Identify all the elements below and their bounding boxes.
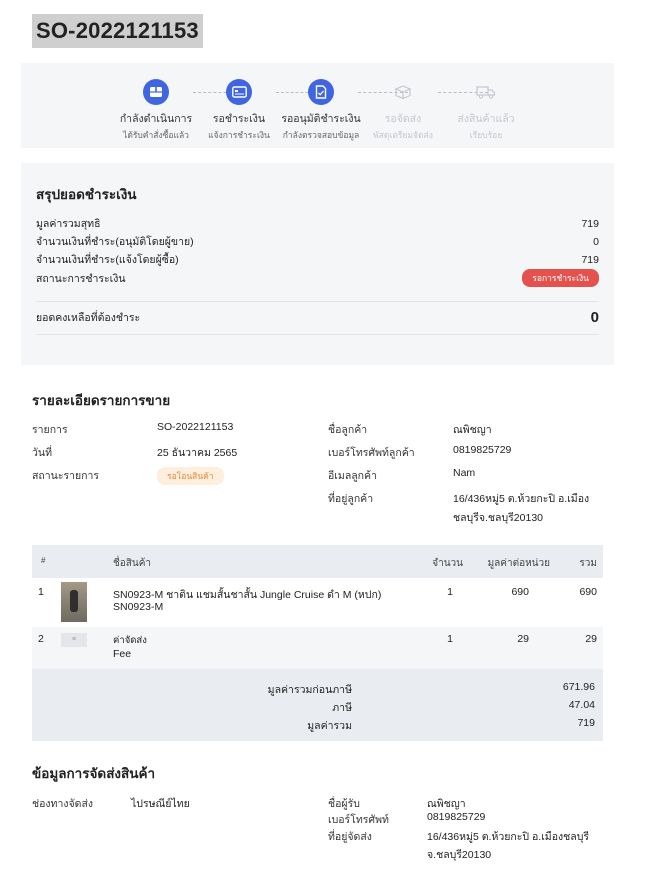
col-index: # (41, 556, 46, 565)
divider (36, 334, 599, 335)
fee-thumbnail: ≡ (61, 633, 87, 647)
shipping-address-line1: 16/436หมู่5 ต.ห้วยกะปิ อ.เมืองชลบุรี (427, 831, 590, 843)
table-summary: มูลค่ารวมก่อนภาษี 671.96 ภาษี 47.04 มูลค… (32, 669, 603, 741)
customer-email-label: อีเมลลูกค้า (328, 470, 377, 482)
table-row: 1 SN0923-M ชาติน แชมสั้นชาสั้น Jungle Cr… (32, 578, 603, 627)
payment-summary-panel: สรุปยอดชำระเงิน มูลค่ารวมสุทธิ 719 จำนวน… (21, 163, 614, 365)
fee-name: ค่าจัดส่ง (113, 635, 147, 646)
shipping-address-label: ที่อยู่จัดส่ง (328, 831, 372, 843)
shipping-title: ข้อมูลการจัดส่งสินค้า (32, 766, 156, 781)
customer-phone: 0819825729 (453, 444, 512, 456)
payment-summary-title: สรุปยอดชำระเงิน (36, 187, 137, 202)
customer-phone-label: เบอร์โทรศัพท์ลูกค้า (328, 447, 415, 459)
shipping-address-line2: จ.ชลบุรี20130 (427, 849, 492, 861)
divider (36, 301, 599, 302)
product-sku: SN0923-M (113, 601, 164, 613)
date-label: วันที่ (32, 447, 52, 459)
subtotal-label: มูลค่ารวมก่อนภาษี (267, 684, 352, 696)
payment-card-icon (226, 79, 252, 105)
shipping-channel-label: ช่องทางจัดส่ง (32, 798, 94, 810)
order-status-label: สถานะรายการ (32, 470, 100, 482)
customer-name: ณพิชญา (453, 424, 492, 436)
tax-label: ภาษี (332, 702, 352, 714)
grand-total-label: มูลค่ารวม (307, 720, 352, 732)
fee-code: Fee (113, 648, 132, 660)
order-value: SO-2022121153 (157, 421, 234, 433)
box-icon (143, 79, 169, 105)
document-check-icon (308, 79, 334, 105)
truck-icon (473, 79, 499, 105)
sale-details-title: รายละเอียดรายการขาย (32, 393, 171, 408)
items-table: # ชื่อสินค้า จำนวน มูลค่าต่อหน่วย รวม 1 … (32, 545, 603, 741)
payment-row: มูลค่ารวมสุทธิ 719 (36, 217, 599, 231)
date-value: 25 ธันวาคม 2565 (157, 447, 238, 459)
subtotal-value: 671.96 (562, 681, 595, 693)
shipping-channel-value: ไปรษณีย์ไทย (131, 798, 190, 810)
product-thumbnail[interactable] (61, 582, 87, 622)
order-label: รายการ (32, 424, 68, 436)
customer-address-line1: 16/436หมู่5 ต.ห้วยกะปิ อ.เมือง (453, 493, 590, 505)
order-status-badge: รอโอนสินค้า (157, 467, 224, 485)
customer-address-label: ที่อยู่ลูกค้า (328, 493, 374, 505)
tax-value: 47.04 (568, 699, 595, 711)
customer-email: Nam (453, 467, 476, 479)
order-number-title: SO-2022121153 (32, 14, 203, 48)
col-name: ชื่อสินค้า (113, 558, 152, 569)
recipient-value: ณพิชญา (427, 798, 466, 810)
table-row: 2 ≡ ค่าจัดส่ง Fee 1 29 29 (32, 627, 603, 669)
col-unit-price: มูลค่าต่อหน่วย (487, 558, 550, 569)
order-status-badge-wrap: รอโอนสินค้า (157, 467, 224, 485)
order-progress-stepper: กำลังดำเนินการ ได้รับคำสั่งซื้อแล้ว รอชำ… (21, 63, 614, 148)
col-total: รวม (579, 558, 597, 569)
shipping-phone-label: เบอร์โทรศัพท์ (328, 814, 389, 826)
payment-status-badge: รอการชำระเงิน (522, 269, 599, 287)
col-qty: จำนวน (432, 558, 463, 569)
balance-row: ยอดคงเหลือที่ต้องชำระ 0 (36, 309, 599, 326)
customer-address-line2: ชลบุรีจ.ชลบุรี20130 (453, 512, 543, 524)
table-header: # ชื่อสินค้า จำนวน มูลค่าต่อหน่วย รวม (32, 545, 603, 578)
shipping-phone-value: 0819825729 (427, 811, 486, 823)
payment-row: จำนวนเงินที่ชำระ(แจ้งโดยผู้ซื้อ) 719 (36, 253, 599, 267)
package-icon (390, 79, 416, 105)
step-shipped: ส่งสินค้าแล้ว เรียบร้อย (431, 79, 541, 142)
grand-total-value: 719 (577, 717, 595, 729)
recipient-label: ชื่อผู้รับ (328, 798, 360, 810)
payment-status-row: สถานะการชำระเงิน รอการชำระเงิน (36, 269, 599, 287)
payment-row: จำนวนเงินที่ชำระ(อนุมัติโดยผู้ขาย) 0 (36, 235, 599, 249)
customer-name-label: ชื่อลูกค้า (328, 424, 368, 436)
balance-value: 0 (590, 309, 599, 326)
